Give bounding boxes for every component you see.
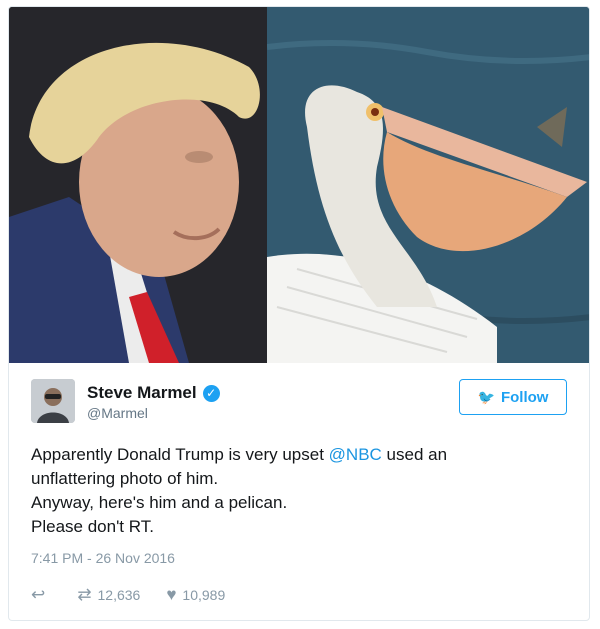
bird-icon: 🐦 <box>477 388 495 405</box>
reply-icon: ↩ <box>31 585 46 604</box>
follow-label: Follow <box>500 388 549 406</box>
tweet-card: Steve Marmel ✓ @Marmel 🐦 Follow Apparent… <box>8 6 590 621</box>
author-row: Steve Marmel ✓ <box>87 383 220 403</box>
author-name[interactable]: Steve Marmel <box>87 383 197 403</box>
author-handle[interactable]: @Marmel <box>87 405 148 421</box>
tweet-text-segment: Apparently Donald Trump is very upset <box>31 445 329 464</box>
tweet-text: Apparently Donald Trump is very upset @N… <box>31 443 561 539</box>
person-illustration <box>9 7 267 363</box>
follow-button[interactable]: 🐦 Follow <box>459 379 567 415</box>
retweet-button[interactable]: ⇄ 12,636 <box>77 585 140 605</box>
tweet-media[interactable] <box>9 7 589 363</box>
tweet-timestamp[interactable]: 7:41 PM - 26 Nov 2016 <box>31 550 175 566</box>
tweet-text-line-3: Anyway, here's him and a pelican. <box>31 493 288 512</box>
pelican-illustration <box>267 7 589 363</box>
tweet-text-line-1: Apparently Donald Trump is very upset @N… <box>31 443 561 467</box>
photo-pelican[interactable] <box>267 7 589 363</box>
tweet-text-line-4: Please don't RT. <box>31 517 154 536</box>
mention-link[interactable]: @NBC <box>329 445 382 464</box>
tweet-text-segment: used an <box>381 445 448 464</box>
verified-badge-icon: ✓ <box>202 384 220 402</box>
tweet-text-line-2: unflattering photo of him. <box>31 469 219 488</box>
retweet-count: 12,636 <box>97 587 141 603</box>
heart-icon: ♥ <box>166 585 177 604</box>
reply-button[interactable]: ↩ <box>31 585 51 605</box>
photo-person[interactable] <box>9 7 267 363</box>
avatar-image <box>31 379 75 423</box>
like-count: 10,989 <box>182 587 226 603</box>
retweet-icon: ⇄ <box>77 585 92 604</box>
tweet-actions: ↩ ⇄ 12,636 ♥ 10,989 <box>31 585 251 605</box>
avatar[interactable] <box>31 379 75 423</box>
like-button[interactable]: ♥ 10,989 <box>166 585 225 605</box>
